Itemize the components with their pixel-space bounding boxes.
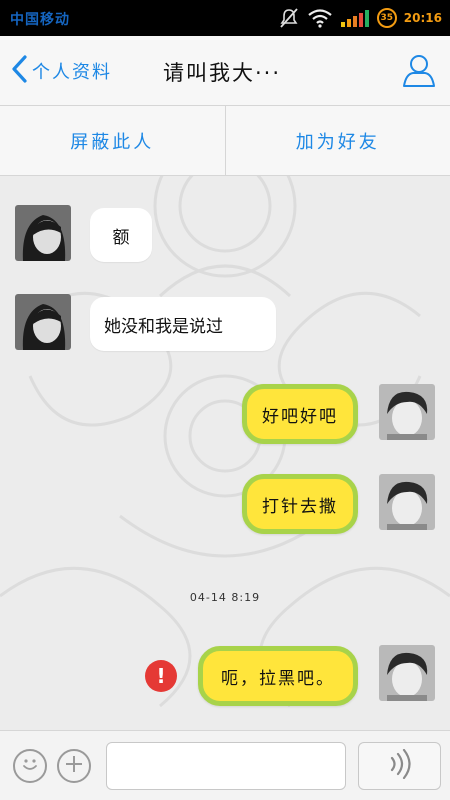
message-bubble[interactable]: 她没和我是说过	[90, 297, 276, 351]
emoji-icon	[19, 753, 41, 779]
message-input[interactable]	[106, 742, 346, 790]
plus-button[interactable]	[57, 749, 91, 783]
profile-button[interactable]	[400, 51, 438, 89]
user-avatar[interactable]	[379, 384, 435, 440]
carrier-name: 中国移动	[10, 12, 70, 28]
clock: 20:16	[403, 11, 442, 25]
voice-button[interactable]	[358, 742, 441, 790]
block-user-button[interactable]: 屏蔽此人	[0, 106, 225, 175]
status-icons: 35 20:16	[278, 6, 442, 30]
nav-bar: 个人资料 请叫我大···	[0, 36, 450, 106]
input-bar	[0, 730, 450, 800]
back-label: 个人资料	[32, 62, 112, 83]
wifi-icon	[307, 8, 333, 28]
contact-avatar[interactable]	[15, 205, 71, 261]
user-avatar[interactable]	[379, 645, 435, 701]
send-failed-icon[interactable]: !	[145, 660, 177, 692]
plus-icon	[64, 754, 84, 778]
page-title: 请叫我大···	[163, 61, 282, 85]
chevron-left-icon	[10, 54, 28, 88]
action-bar: 屏蔽此人 加为好友	[0, 106, 450, 176]
mute-icon	[278, 7, 300, 29]
message-bubble[interactable]: 呃，拉黑吧。	[198, 646, 358, 706]
person-icon	[400, 55, 438, 93]
back-button[interactable]: 个人资料	[10, 54, 112, 88]
emoji-button[interactable]	[13, 749, 47, 783]
voice-icon	[386, 748, 414, 783]
message-bubble[interactable]: 额	[90, 208, 152, 262]
message-bubble[interactable]: 打针去撒	[242, 474, 358, 534]
contact-avatar[interactable]	[15, 294, 71, 350]
add-friend-button[interactable]: 加为好友	[224, 106, 450, 175]
message-timestamp: 04-14 8:19	[189, 591, 261, 604]
user-avatar[interactable]	[379, 474, 435, 530]
battery-badge: 35	[376, 8, 397, 28]
signal-icon	[340, 8, 370, 28]
message-bubble[interactable]: 好吧好吧	[242, 384, 358, 444]
chat-area[interactable]: 额 她没和我是说过 好吧好吧 打针去撒 04-14 8:19 ! 呃，拉黑吧。	[0, 176, 450, 730]
status-bar: 中国移动 35 20:16	[0, 0, 450, 36]
